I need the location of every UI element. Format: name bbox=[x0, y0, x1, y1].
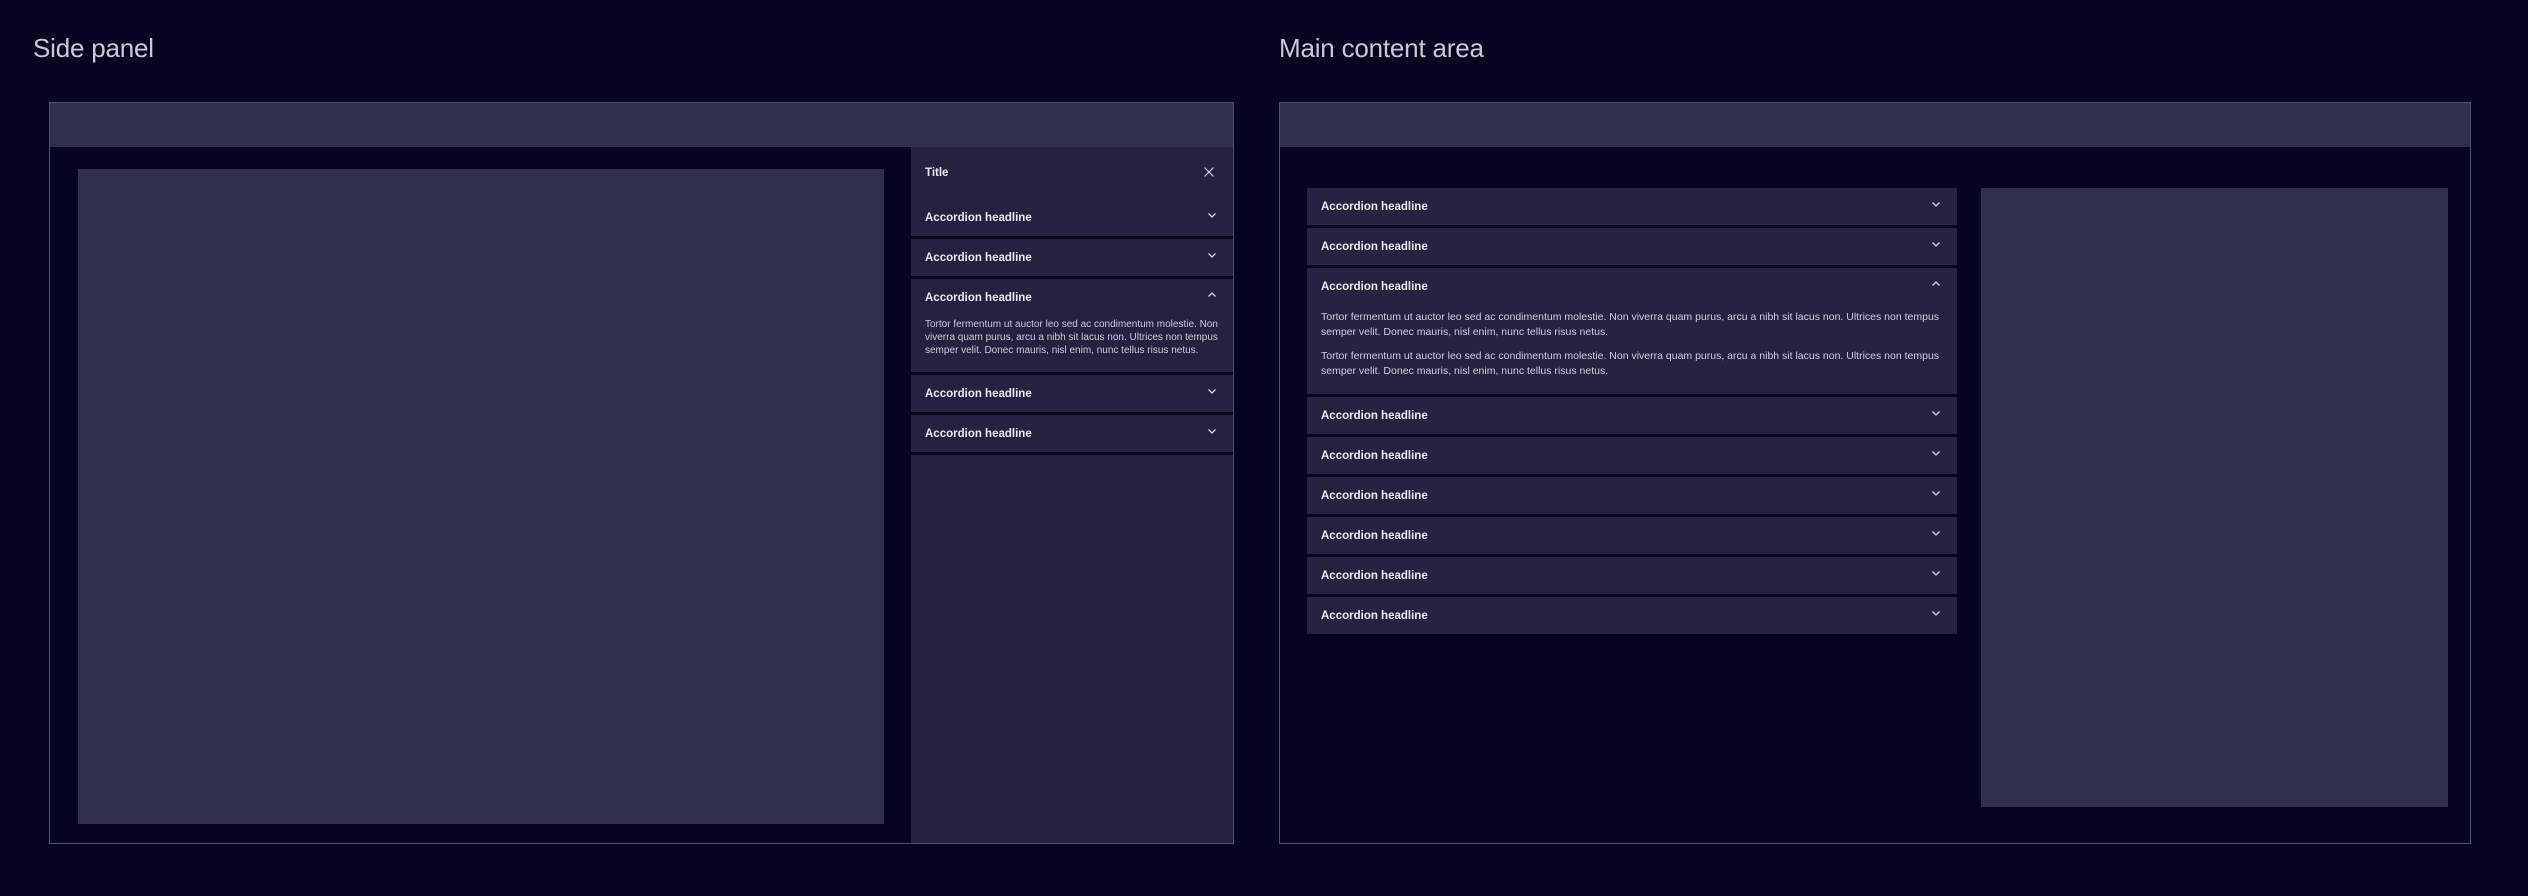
chevron-up-icon bbox=[1205, 288, 1219, 307]
chevron-down-icon bbox=[1929, 446, 1943, 465]
drawer-title: Title bbox=[925, 167, 948, 179]
close-button[interactable] bbox=[1199, 163, 1219, 183]
chevron-down-icon bbox=[1929, 197, 1943, 216]
side-panel-heading: Side panel bbox=[33, 33, 154, 64]
accordion-label: Accordion headline bbox=[1321, 570, 1428, 582]
accordion-label: Accordion headline bbox=[1321, 530, 1428, 542]
accordion-header[interactable]: Accordion headline bbox=[1307, 397, 1957, 434]
accordion-body-paragraph: Tortor fermentum ut auctor leo sed ac co… bbox=[1321, 349, 1943, 379]
accordion-label: Accordion headline bbox=[925, 428, 1032, 440]
accordion-item-expanded: Accordion headline Tortor fermentum ut a… bbox=[911, 279, 1233, 375]
main-header-bar bbox=[1280, 103, 2470, 147]
chevron-down-icon bbox=[1205, 384, 1219, 403]
accordion-header[interactable]: Accordion headline bbox=[1307, 597, 1957, 634]
accordion-header[interactable]: Accordion headline bbox=[1307, 517, 1957, 554]
accordion-header[interactable]: Accordion headline bbox=[911, 279, 1233, 316]
accordion-item: Accordion headline bbox=[911, 239, 1233, 279]
chevron-down-icon bbox=[1929, 406, 1943, 425]
chevron-down-icon bbox=[1929, 526, 1943, 545]
main-content-frame: Accordion headline Accordion headline Ac… bbox=[1279, 102, 2471, 844]
chevron-down-icon bbox=[1929, 237, 1943, 256]
accordion-item: Accordion headline bbox=[911, 375, 1233, 415]
chevron-down-icon bbox=[1205, 248, 1219, 267]
accordion-item: Accordion headline bbox=[911, 199, 1233, 239]
accordion-body-paragraph: Tortor fermentum ut auctor leo sed ac co… bbox=[1321, 310, 1943, 340]
page: { "sections": { "side": { "heading": "Si… bbox=[0, 0, 2528, 896]
accordion-item: Accordion headline bbox=[1307, 597, 1957, 634]
drawer-title-row: Title bbox=[911, 147, 1233, 199]
chevron-down-icon bbox=[1929, 606, 1943, 625]
drawer-accordion-group: Accordion headline Accordion headline Ac… bbox=[911, 199, 1233, 455]
accordion-label: Accordion headline bbox=[925, 252, 1032, 264]
side-panel-drawer: Title Accordion headline bbox=[911, 147, 1233, 843]
accordion-header[interactable]: Accordion headline bbox=[1307, 477, 1957, 514]
accordion-item: Accordion headline bbox=[1307, 517, 1957, 554]
chevron-up-icon bbox=[1929, 277, 1943, 296]
accordion-header[interactable]: Accordion headline bbox=[1307, 268, 1957, 305]
accordion-body: Tortor fermentum ut auctor leo sed ac co… bbox=[911, 316, 1233, 372]
main-side-placeholder bbox=[1981, 188, 2448, 807]
accordion-header[interactable]: Accordion headline bbox=[1307, 437, 1957, 474]
accordion-item: Accordion headline bbox=[1307, 437, 1957, 474]
accordion-item-expanded: Accordion headline Tortor fermentum ut a… bbox=[1307, 268, 1957, 394]
chevron-down-icon bbox=[1929, 486, 1943, 505]
accordion-header[interactable]: Accordion headline bbox=[1307, 188, 1957, 225]
accordion-header[interactable]: Accordion headline bbox=[911, 239, 1233, 276]
accordion-item: Accordion headline bbox=[1307, 188, 1957, 225]
accordion-label: Accordion headline bbox=[925, 212, 1032, 224]
accordion-item: Accordion headline bbox=[911, 415, 1233, 455]
accordion-item: Accordion headline bbox=[1307, 477, 1957, 514]
accordion-header[interactable]: Accordion headline bbox=[911, 415, 1233, 452]
side-panel-frame: Title Accordion headline bbox=[49, 102, 1234, 844]
accordion-header[interactable]: Accordion headline bbox=[1307, 228, 1957, 265]
side-content-placeholder bbox=[78, 169, 884, 824]
accordion-label: Accordion headline bbox=[1321, 450, 1428, 462]
accordion-label: Accordion headline bbox=[925, 292, 1032, 304]
accordion-header[interactable]: Accordion headline bbox=[911, 199, 1233, 236]
accordion-label: Accordion headline bbox=[1321, 241, 1428, 253]
accordion-item: Accordion headline bbox=[1307, 557, 1957, 594]
chevron-down-icon bbox=[1929, 566, 1943, 585]
main-accordion-group: Accordion headline Accordion headline Ac… bbox=[1307, 188, 1957, 637]
main-content-heading: Main content area bbox=[1279, 33, 1484, 64]
accordion-item: Accordion headline bbox=[1307, 228, 1957, 265]
accordion-item: Accordion headline bbox=[1307, 397, 1957, 434]
accordion-label: Accordion headline bbox=[925, 388, 1032, 400]
accordion-header[interactable]: Accordion headline bbox=[1307, 557, 1957, 594]
accordion-label: Accordion headline bbox=[1321, 610, 1428, 622]
accordion-body: Tortor fermentum ut auctor leo sed ac co… bbox=[1307, 305, 1957, 394]
accordion-label: Accordion headline bbox=[1321, 281, 1428, 293]
accordion-header[interactable]: Accordion headline bbox=[911, 375, 1233, 412]
side-panel-header-bar bbox=[50, 103, 1233, 147]
accordion-label: Accordion headline bbox=[1321, 410, 1428, 422]
close-icon bbox=[1202, 165, 1216, 182]
chevron-down-icon bbox=[1205, 424, 1219, 443]
chevron-down-icon bbox=[1205, 208, 1219, 227]
accordion-label: Accordion headline bbox=[1321, 490, 1428, 502]
accordion-label: Accordion headline bbox=[1321, 201, 1428, 213]
